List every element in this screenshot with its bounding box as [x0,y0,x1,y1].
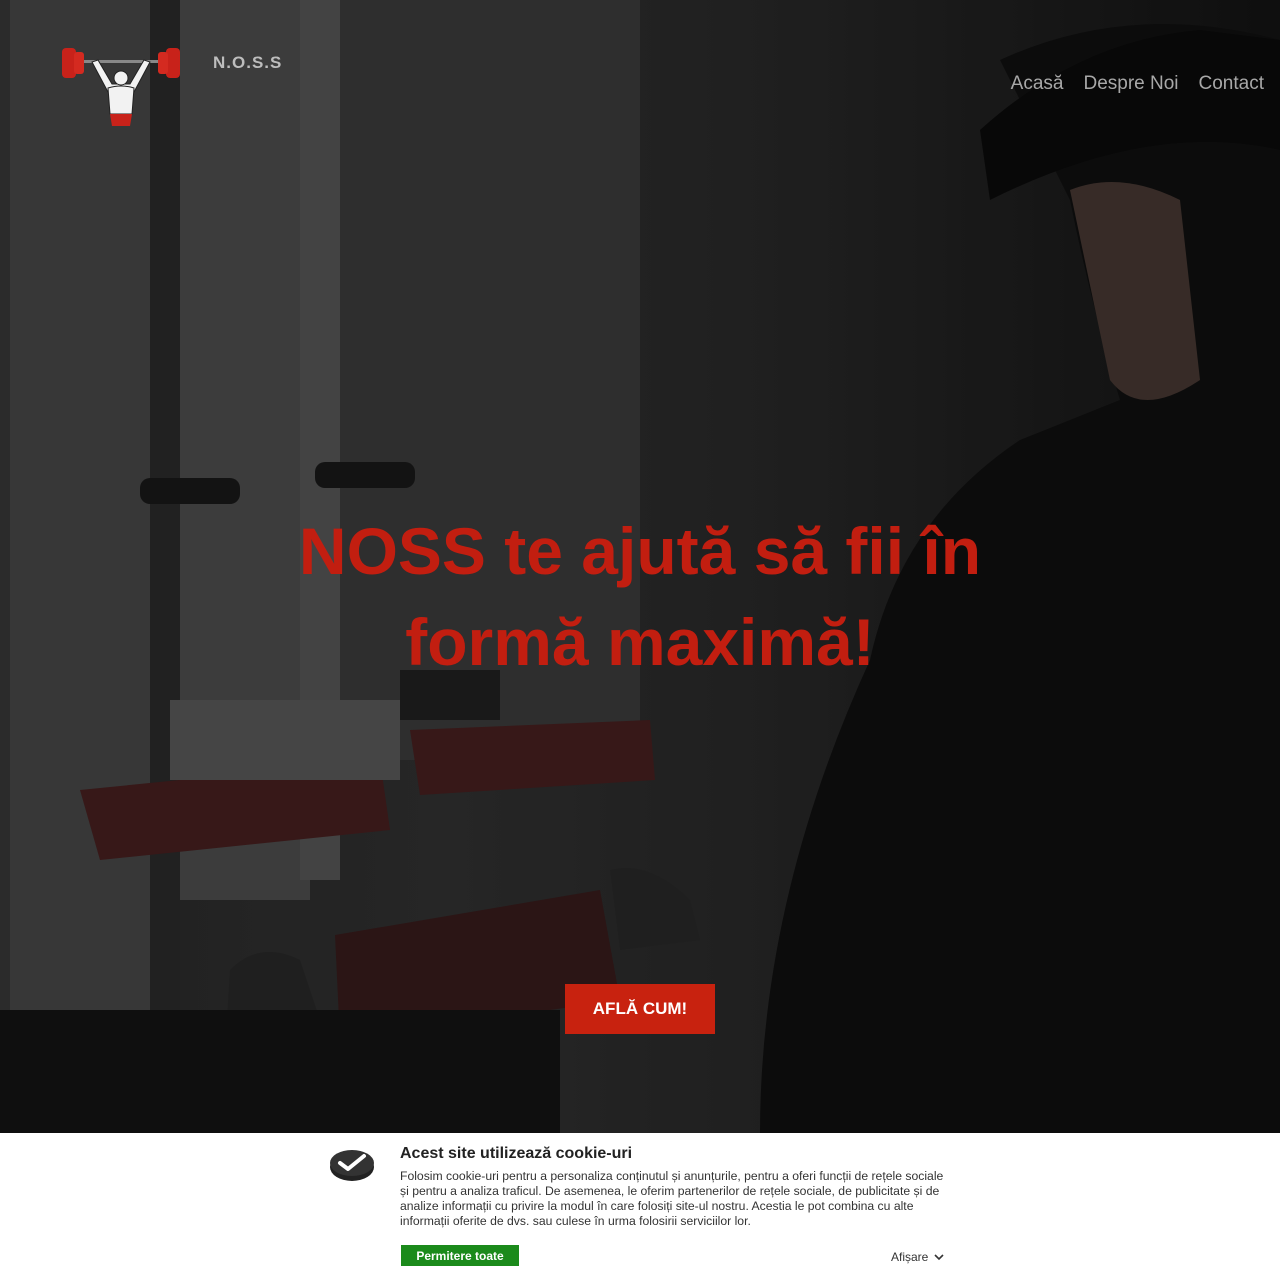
show-details-label: Afișare [891,1250,929,1264]
cookie-description: Folosim cookie-uri pentru a personaliza … [400,1169,944,1228]
nav-link-contact[interactable]: Contact [1199,73,1264,95]
show-cookie-details-toggle[interactable]: Afișare [891,1250,944,1264]
nav-link-about[interactable]: Despre Noi [1083,73,1178,95]
nav-link-home[interactable]: Acasă [1011,73,1064,95]
cookie-consent-icon [330,1150,374,1181]
brand-name[interactable]: N.O.S.S [213,53,282,73]
chevron-down-icon [934,1254,944,1261]
main-nav: Acasă Despre Noi Contact [1011,73,1264,95]
hero-headline: NOSS te ajută să fii în formă maximă! [298,514,982,679]
noss-logo[interactable] [58,40,184,136]
learn-how-button[interactable]: AFLĂ CUM! [565,984,715,1034]
allow-all-cookies-button[interactable]: Permitere toate [401,1245,519,1266]
cookie-title: Acest site utilizează cookie-uri [400,1145,633,1162]
cookie-banner: Acest site utilizează cookie-uri Folosim… [0,1133,1280,1280]
